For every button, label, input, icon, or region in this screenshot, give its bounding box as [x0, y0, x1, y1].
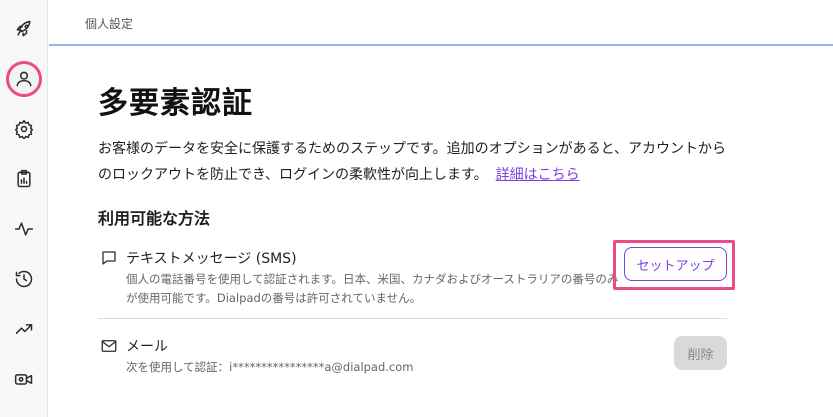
activity-icon — [14, 222, 34, 236]
video-settings-icon — [14, 374, 33, 385]
page-title: 多要素認証 — [98, 86, 253, 121]
details-link[interactable]: 詳細はこちら — [496, 167, 580, 183]
sidebar-item-activity[interactable] — [6, 211, 42, 247]
sidebar — [0, 0, 48, 417]
method-sms-description: 個人の電話番号を使用して認証されます。日本、米国、カナダおよびオーストラリアの番… — [126, 272, 619, 305]
method-mail-description: 次を使用して認証：i****************a@dialpad.com — [126, 360, 414, 374]
sidebar-item-analytics[interactable] — [6, 311, 42, 347]
sidebar-item-reports[interactable] — [6, 161, 42, 197]
main-content: 多要素認証 お客様のデータを安全に保護するためのステップです。追加のオプションが… — [98, 78, 728, 188]
history-icon — [15, 270, 33, 288]
sidebar-item-history[interactable] — [6, 261, 42, 297]
breadcrumb: 個人設定 — [85, 17, 134, 31]
method-sms-name: テキストメッセージ (SMS) — [126, 251, 297, 267]
setup-button[interactable]: セットアップ — [624, 247, 727, 281]
sidebar-item-settings[interactable] — [6, 111, 42, 147]
method-mail-name: メール — [126, 339, 168, 355]
gear-icon — [14, 119, 34, 139]
clipboard-chart-icon — [17, 169, 31, 188]
method-mail: メール 次を使用して認証：i****************a@dialpad.… — [98, 334, 727, 384]
sidebar-item-profile[interactable] — [6, 61, 42, 97]
mail-icon — [100, 337, 118, 355]
top-bar: 個人設定 — [49, 0, 833, 46]
method-sms: テキストメッセージ (SMS) 個人の電話番号を使用して認証されます。日本、米国… — [98, 240, 735, 319]
description-text: お客様のデータを安全に保護するためのステップです。追加のオプションがあると、アカ… — [98, 141, 727, 183]
sidebar-item-launch[interactable] — [6, 11, 42, 47]
setup-highlight: セットアップ — [613, 240, 735, 290]
sidebar-item-video[interactable] — [6, 361, 42, 397]
message-icon — [100, 249, 118, 267]
trending-up-icon — [15, 324, 33, 334]
user-icon — [16, 71, 32, 87]
section-title: 利用可能な方法 — [98, 209, 211, 228]
rocket-icon — [16, 20, 31, 37]
delete-button[interactable]: 削除 — [674, 336, 727, 370]
page-description: お客様のデータを安全に保護するためのステップです。追加のオプションがあると、アカ… — [98, 136, 730, 188]
